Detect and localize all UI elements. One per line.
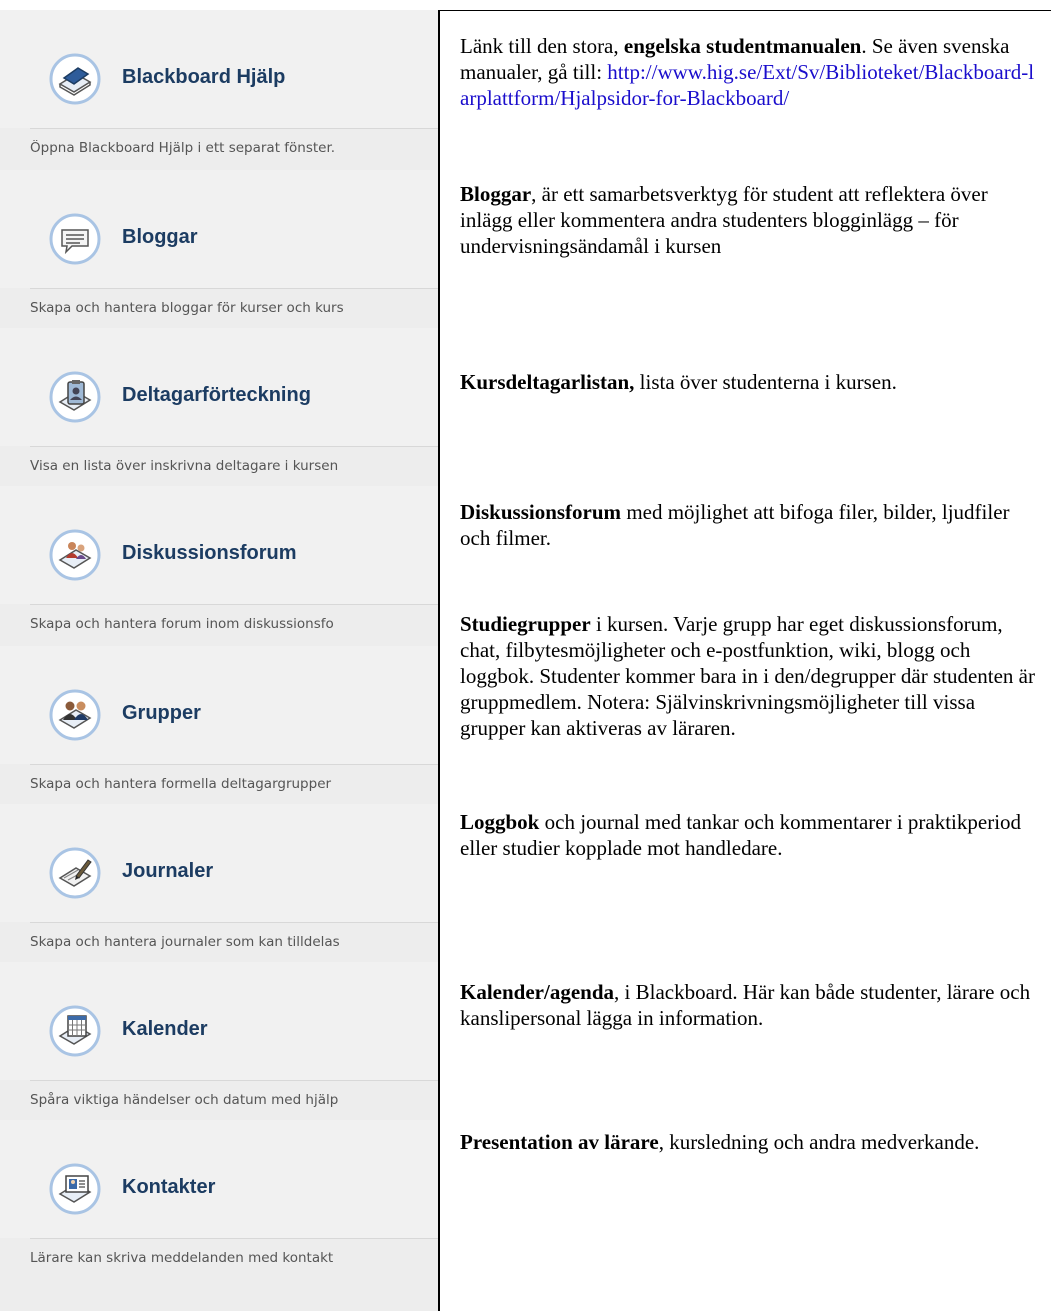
divider bbox=[30, 288, 438, 289]
note-discussion: Diskussionsforum med möjlighet att bifog… bbox=[460, 499, 1040, 551]
tool-description: Öppna Blackboard Hjälp i ett separat fön… bbox=[30, 140, 336, 156]
note-roster: Kursdeltagarlistan, lista över studenter… bbox=[460, 369, 1040, 395]
divider bbox=[30, 764, 438, 765]
note-teachers: Presentation av lärare, kursledning och … bbox=[460, 1129, 1040, 1155]
note-text: lista över studenterna i kursen. bbox=[634, 370, 897, 394]
speech-bubble-icon[interactable] bbox=[48, 212, 102, 266]
tool-title[interactable]: Deltagarförteckning bbox=[122, 384, 311, 407]
tool-title[interactable]: Kalender bbox=[122, 1018, 208, 1041]
note-logbook: Loggbok och journal med tankar och komme… bbox=[460, 809, 1040, 861]
divider bbox=[30, 604, 438, 605]
annotation-box: Länk till den stora, engelska studentman… bbox=[438, 10, 1051, 1311]
tool-title[interactable]: Journaler bbox=[122, 860, 213, 883]
tool-item-discussion: Diskussionsforum Skapa och hantera forum… bbox=[0, 486, 438, 646]
tool-item-journals: Journaler Skapa och hantera journaler so… bbox=[0, 804, 438, 964]
discussion-people-icon[interactable] bbox=[48, 528, 102, 582]
tool-item-groups: Grupper Skapa och hantera formella delta… bbox=[0, 646, 438, 806]
journal-pen-icon[interactable] bbox=[48, 846, 102, 900]
divider bbox=[30, 1238, 438, 1239]
tool-description: Spåra viktiga händelser och datum med hj… bbox=[30, 1092, 339, 1108]
note-groups: Studiegrupper i kursen. Varje grupp har … bbox=[460, 611, 1040, 741]
note-text: , är ett samarbetsverktyg för student at… bbox=[460, 182, 988, 258]
tool-title[interactable]: Kontakter bbox=[122, 1176, 215, 1199]
tool-item-blogs: Bloggar Skapa och hantera bloggar för ku… bbox=[0, 170, 438, 330]
tool-description: Skapa och hantera formella deltagargrupp… bbox=[30, 776, 332, 792]
tool-title[interactable]: Grupper bbox=[122, 702, 201, 725]
note-calendar: Kalender/agenda, i Blackboard. Här kan b… bbox=[460, 979, 1040, 1031]
tool-title[interactable]: Bloggar bbox=[122, 226, 198, 249]
divider bbox=[30, 128, 438, 129]
tool-title[interactable]: Diskussionsforum bbox=[122, 542, 296, 565]
note-bold: Bloggar bbox=[460, 182, 532, 206]
calendar-icon[interactable] bbox=[48, 1004, 102, 1058]
note-bold: Studiegrupper bbox=[460, 612, 591, 636]
tool-title[interactable]: Blackboard Hjälp bbox=[122, 66, 285, 89]
note-text: och journal med tankar och kommentarer i… bbox=[460, 810, 1022, 860]
contact-card-icon[interactable] bbox=[48, 1162, 102, 1216]
note-text: Länk till den stora, bbox=[460, 34, 624, 58]
note-bold: engelska studentmanualen bbox=[623, 34, 862, 58]
clipboard-roster-icon[interactable] bbox=[48, 370, 102, 424]
tools-panel: Blackboard Hjälp Öppna Blackboard Hjälp … bbox=[0, 10, 438, 1311]
help-book-icon[interactable] bbox=[48, 52, 102, 106]
tool-description: Skapa och hantera journaler som kan till… bbox=[30, 934, 340, 950]
tool-item-calendar: Kalender Spåra viktiga händelser och dat… bbox=[0, 962, 438, 1122]
tool-item-roster: Deltagarförteckning Visa en lista över i… bbox=[0, 328, 438, 488]
note-text: , kursledning och andra medverkande. bbox=[658, 1130, 980, 1154]
tool-description: Lärare kan skriva meddelanden med kontak… bbox=[30, 1250, 334, 1266]
group-people-icon[interactable] bbox=[48, 688, 102, 742]
note-bold: Presentation av lärare bbox=[460, 1130, 659, 1154]
tool-description: Skapa och hantera forum inom diskussions… bbox=[30, 616, 334, 632]
divider bbox=[30, 922, 438, 923]
tool-item-contacts: Kontakter Lärare kan skriva meddelanden … bbox=[0, 1120, 438, 1280]
divider bbox=[30, 1080, 438, 1081]
tool-description: Skapa och hantera bloggar för kurser och… bbox=[30, 300, 344, 316]
note-student-manual: Länk till den stora, engelska studentman… bbox=[460, 33, 1040, 111]
note-bold: Kursdeltagarlistan, bbox=[460, 370, 635, 394]
note-bold: Kalender/agenda bbox=[460, 980, 615, 1004]
note-bold: Diskussionsforum bbox=[460, 500, 622, 524]
note-bold: Loggbok bbox=[460, 810, 540, 834]
divider bbox=[30, 446, 438, 447]
note-blogs: Bloggar, är ett samarbetsverktyg för stu… bbox=[460, 181, 1040, 259]
tool-description: Visa en lista över inskrivna deltagare i… bbox=[30, 458, 339, 474]
tool-item-blackboard-help: Blackboard Hjälp Öppna Blackboard Hjälp … bbox=[0, 10, 438, 170]
